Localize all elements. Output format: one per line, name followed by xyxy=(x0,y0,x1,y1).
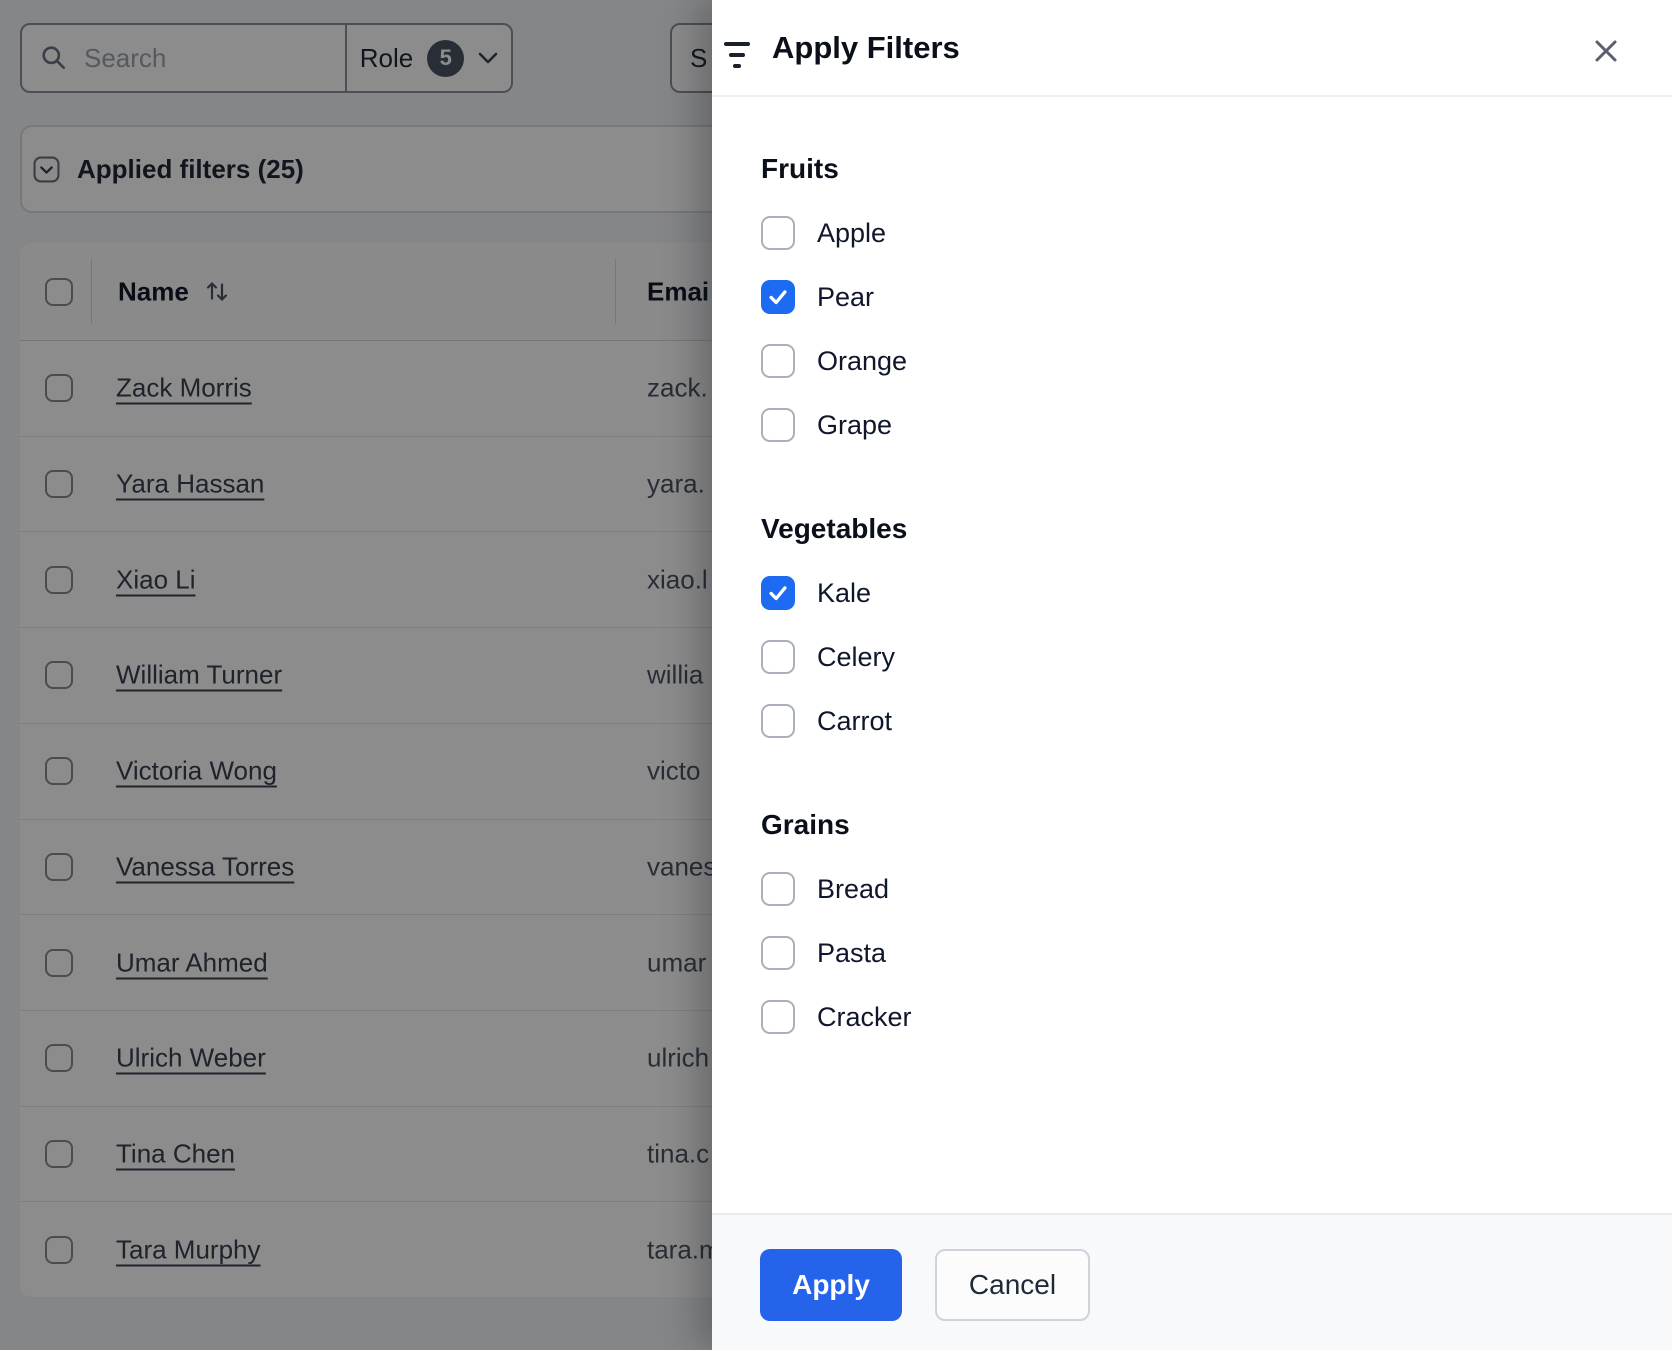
filter-option-label: Carrot xyxy=(817,705,893,736)
section-title-fruits: Fruits xyxy=(761,153,839,184)
filter-option-bread[interactable]: Bread xyxy=(761,857,1632,921)
filter-option-orange[interactable]: Orange xyxy=(761,329,1632,393)
pear-checkbox[interactable] xyxy=(761,280,795,314)
panel-header: Apply Filters xyxy=(712,0,1672,97)
grape-checkbox[interactable] xyxy=(761,408,795,442)
celery-checkbox[interactable] xyxy=(761,640,795,674)
cracker-checkbox[interactable] xyxy=(761,1000,795,1034)
filter-option-label: Pasta xyxy=(817,937,887,968)
apply-button[interactable]: Apply xyxy=(760,1249,902,1321)
filter-option-label: Pear xyxy=(817,281,875,312)
close-button[interactable] xyxy=(1580,25,1632,77)
bread-checkbox[interactable] xyxy=(761,872,795,906)
checkmark-icon xyxy=(769,586,787,601)
filter-option-label: Cracker xyxy=(817,1001,912,1032)
section-title-vegetables: Vegetables xyxy=(761,513,908,544)
filter-option-label: Bread xyxy=(817,873,890,904)
filter-option-label: Grape xyxy=(817,409,893,440)
panel-footer: Apply Cancel xyxy=(712,1213,1672,1350)
filter-icon xyxy=(724,42,750,70)
filter-option-label: Kale xyxy=(817,577,872,608)
filter-option-grape[interactable]: Grape xyxy=(761,393,1632,457)
close-icon xyxy=(1595,40,1617,62)
panel-body: Fruits Apple Pear Orange Grape Vegetable… xyxy=(712,97,1672,1049)
filter-option-carrot[interactable]: Carrot xyxy=(761,689,1632,753)
pasta-checkbox[interactable] xyxy=(761,936,795,970)
orange-checkbox[interactable] xyxy=(761,344,795,378)
filter-option-cracker[interactable]: Cracker xyxy=(761,985,1632,1049)
checkmark-icon xyxy=(769,290,787,305)
filter-option-label: Celery xyxy=(817,641,896,672)
filter-option-apple[interactable]: Apple xyxy=(761,201,1632,265)
filter-option-celery[interactable]: Celery xyxy=(761,625,1632,689)
screen: Search Role 5 S Applied filters (25) Nam… xyxy=(0,0,1672,1350)
filter-option-pear[interactable]: Pear xyxy=(761,265,1632,329)
panel-title: Apply Filters xyxy=(772,29,960,65)
apply-filters-panel: Apply Filters Fruits Apple Pear Orange G… xyxy=(712,0,1672,1350)
kale-checkbox[interactable] xyxy=(761,576,795,610)
filter-option-label: Orange xyxy=(817,345,908,376)
filter-option-pasta[interactable]: Pasta xyxy=(761,921,1632,985)
modal-scrim[interactable] xyxy=(0,0,712,1350)
apple-checkbox[interactable] xyxy=(761,216,795,250)
filter-option-label: Apple xyxy=(817,217,887,248)
carrot-checkbox[interactable] xyxy=(761,704,795,738)
filter-option-kale[interactable]: Kale xyxy=(761,561,1632,625)
section-title-grains: Grains xyxy=(761,809,850,840)
cancel-button[interactable]: Cancel xyxy=(935,1249,1090,1321)
